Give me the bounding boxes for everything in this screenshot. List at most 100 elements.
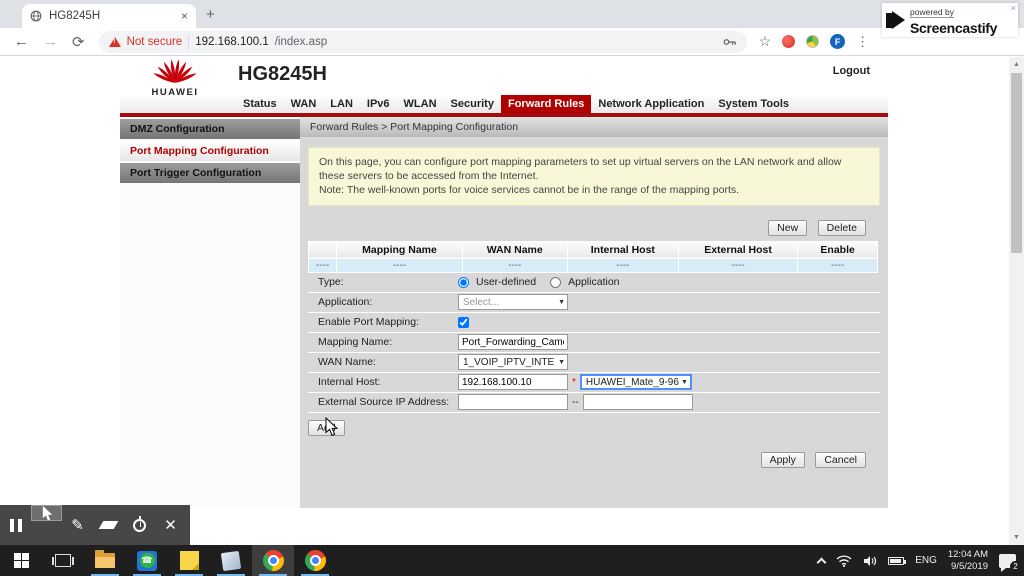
time-label: 12:04 AM <box>947 548 988 560</box>
reload-icon[interactable]: ⟳ <box>72 33 85 51</box>
nav-tab-ipv6[interactable]: IPv6 <box>360 95 397 113</box>
nav-tab-security[interactable]: Security <box>444 95 501 113</box>
address-bar[interactable]: Not secure 192.168.100.1/index.asp <box>98 30 747 53</box>
chevron-down-icon: ▼ <box>558 358 565 366</box>
form-row-type: Type: User-defined Application <box>308 273 880 293</box>
pen-tool-button[interactable]: ✎ <box>62 505 93 545</box>
task-view-button[interactable] <box>42 545 84 576</box>
type-user-defined-radio[interactable] <box>458 276 469 288</box>
browser-viewport: HUAWEI HG8245H Logout Status WAN LAN IPv… <box>0 57 1024 545</box>
scrollbar-down-icon[interactable]: ▼ <box>1009 530 1024 545</box>
eraser-tool-button[interactable] <box>93 505 124 545</box>
nav-tab-forward-rules[interactable]: Forward Rules <box>500 95 592 113</box>
type-application-label: Application <box>568 276 620 289</box>
browser-tab[interactable]: HG8245H × <box>22 4 196 28</box>
new-tab-button[interactable]: + <box>206 6 215 23</box>
form-row-application: Application: Select... ▼ <box>308 293 880 313</box>
router-nav: Status WAN LAN IPv6 WLAN Security Forwar… <box>120 95 888 113</box>
mapping-name-input[interactable] <box>458 334 568 351</box>
nav-tab-wlan[interactable]: WLAN <box>397 95 444 113</box>
new-button[interactable]: New <box>768 219 808 236</box>
router-body: DMZ Configuration Port Mapping Configura… <box>120 117 888 508</box>
clock[interactable]: 12:04 AM 9/5/2019 <box>948 549 988 573</box>
cancel-button[interactable]: Cancel <box>815 451 866 468</box>
chevron-down-icon: ▼ <box>680 378 688 386</box>
folder-icon <box>95 550 115 568</box>
nav-tab-network-application[interactable]: Network Application <box>591 95 711 113</box>
sidebar-item-dmz-configuration[interactable]: DMZ Configuration <box>120 119 300 139</box>
chrome-secondary-button[interactable] <box>294 545 336 576</box>
url-host[interactable]: 192.168.100.1 <box>195 36 269 48</box>
browser-tab-bar: HG8245H × + <box>0 0 1024 28</box>
language-indicator[interactable]: ENG <box>915 555 937 566</box>
delete-button[interactable]: Delete <box>817 219 866 236</box>
external-ip-end-input[interactable] <box>582 394 693 411</box>
wan-name-label: WAN Name: <box>318 356 376 369</box>
logout-link[interactable]: Logout <box>833 65 870 77</box>
extension-green-icon[interactable] <box>806 35 820 48</box>
file-explorer-button[interactable] <box>84 545 126 576</box>
close-icon: ✕ <box>164 517 177 534</box>
wan-name-select[interactable]: 1_VOIP_IPTV_INTE ▼ <box>458 354 568 371</box>
not-secure-label[interactable]: Not secure <box>127 36 183 48</box>
header-external-host: External Host <box>677 240 799 259</box>
url-path[interactable]: /index.asp <box>275 36 327 48</box>
chrome-menu-icon[interactable]: ⋮ <box>856 34 869 50</box>
screen: HG8245H × + ← → ⟳ Not secure 192.168.100… <box>0 0 1024 576</box>
internal-host-input[interactable] <box>458 374 568 391</box>
screencastify-text: powered by Screencastify <box>910 2 997 38</box>
table-row[interactable]: ---- ---- ---- ---- ---- ---- <box>307 257 878 273</box>
add-row: Add <box>308 418 880 436</box>
key-icon[interactable] <box>723 36 737 48</box>
nav-tab-wan[interactable]: WAN <box>284 95 324 113</box>
main-content: Forward Rules > Port Mapping Configurati… <box>300 117 888 508</box>
chrome-active-button[interactable] <box>252 545 294 576</box>
bookmark-star-icon[interactable]: ☆ <box>759 33 772 50</box>
paint3d-button[interactable] <box>210 545 252 576</box>
forward-icon[interactable]: → <box>43 33 58 50</box>
whatsapp-button[interactable]: ☎ <box>126 545 168 576</box>
page-scrollbar[interactable]: ▲ ▼ <box>1009 57 1024 545</box>
whatsapp-icon: ☎ <box>137 550 157 571</box>
tray-expand-icon[interactable] <box>816 557 827 567</box>
sticky-notes-button[interactable] <box>168 545 210 576</box>
type-application-radio[interactable] <box>550 276 562 288</box>
timer-button[interactable] <box>124 505 155 545</box>
sidebar-item-port-trigger-configuration[interactable]: Port Trigger Configuration <box>120 163 300 183</box>
speaker-icon[interactable] <box>863 555 877 567</box>
nav-tab-lan[interactable]: LAN <box>323 95 360 113</box>
internal-host-device-select[interactable]: HUAWEI_Mate_9-96 ▼ <box>579 374 692 391</box>
start-button[interactable] <box>0 545 42 576</box>
paint3d-icon <box>220 550 242 571</box>
battery-icon[interactable] <box>888 556 907 565</box>
task-view-icon <box>52 554 74 567</box>
chrome-icon <box>304 550 326 571</box>
range-separator: -- <box>572 396 579 408</box>
cell-mapping-name: ---- <box>336 257 463 273</box>
extension-f-icon[interactable]: F <box>830 34 846 49</box>
screencastify-name: Screencastify <box>910 20 998 36</box>
enable-port-mapping-checkbox[interactable] <box>458 316 469 328</box>
nav-tab-status[interactable]: Status <box>236 95 284 113</box>
tab-title: HG8245H <box>49 10 101 22</box>
screencastify-close-icon[interactable]: × <box>1011 3 1016 13</box>
apply-button[interactable]: Apply <box>760 451 805 468</box>
nav-tab-system-tools[interactable]: System Tools <box>711 95 796 113</box>
wifi-icon[interactable] <box>836 554 852 567</box>
external-ip-start-input[interactable] <box>458 394 568 411</box>
not-secure-warning-icon <box>108 36 121 47</box>
tab-close-icon[interactable]: × <box>181 10 188 22</box>
back-icon[interactable]: ← <box>14 33 29 50</box>
sidebar-item-port-mapping-configuration[interactable]: Port Mapping Configuration <box>120 141 300 161</box>
extension-red-icon[interactable] <box>782 35 796 48</box>
pause-button[interactable] <box>0 505 31 545</box>
info-note-line1: On this page, you can configure port map… <box>319 156 842 183</box>
scrollbar-up-icon[interactable]: ▲ <box>1009 57 1024 72</box>
scrollbar-thumb[interactable] <box>1011 73 1022 253</box>
application-select[interactable]: Select... ▼ <box>458 294 568 311</box>
breadcrumb: Forward Rules > Port Mapping Configurati… <box>300 117 888 137</box>
screencastify-badge: powered by Screencastify × <box>882 3 1018 37</box>
close-toolbar-button[interactable]: ✕ <box>155 505 186 545</box>
notification-center-icon[interactable]: 2 <box>999 553 1021 572</box>
cursor-tool-button[interactable] <box>31 505 62 521</box>
